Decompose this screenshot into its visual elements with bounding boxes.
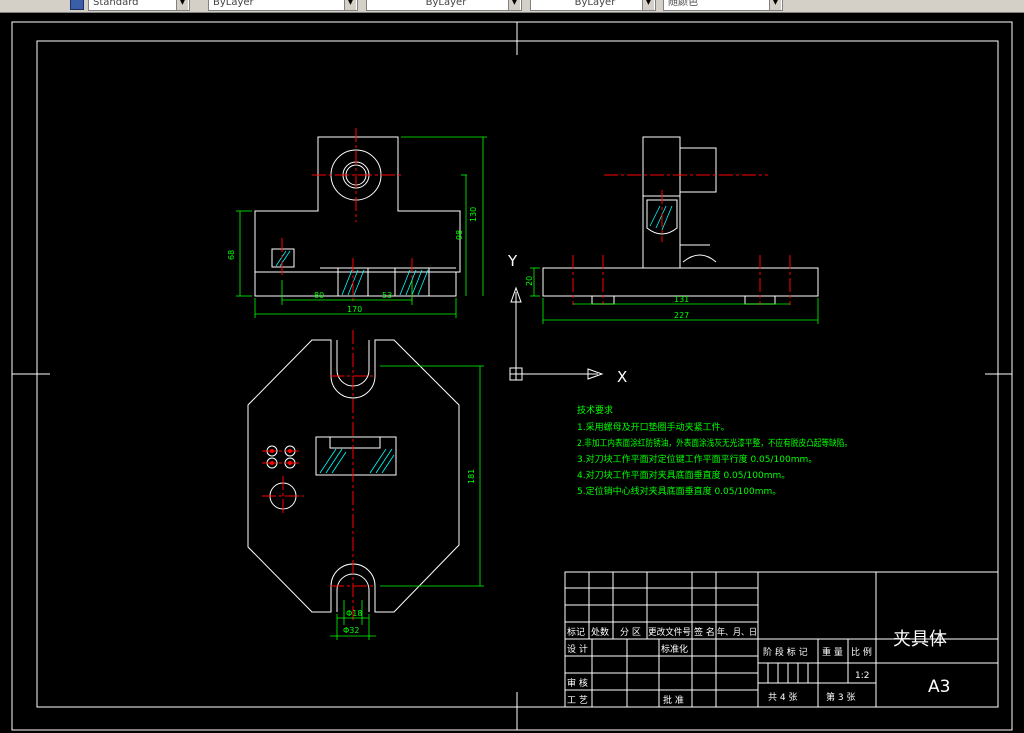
tb-sign: 签 名: [694, 626, 715, 638]
linetype-value: ByLayer: [425, 0, 467, 8]
layer-select[interactable]: ByLayer ▼: [208, 0, 358, 11]
tb-marker: 标记: [567, 626, 585, 638]
color-select[interactable]: 随颜色 ▼: [663, 0, 783, 11]
dim-20: 20: [525, 276, 534, 286]
text-style-icon[interactable]: [70, 0, 84, 10]
tb-count: 处数: [591, 626, 609, 638]
dim-227: 227: [674, 311, 689, 320]
tb-scale-value: 1:2: [855, 671, 869, 681]
tb-docno: 更改文件号: [648, 626, 691, 638]
dim-phi32: Φ32: [343, 626, 359, 635]
chevron-down-icon[interactable]: ▼: [769, 0, 781, 10]
front-centerlines: [281, 128, 413, 302]
top-view: 181 Φ18 Φ32: [247, 330, 484, 640]
color-value: 随颜色: [668, 0, 698, 8]
tb-approve: 批 准: [663, 694, 684, 706]
front-hatch: [275, 250, 429, 296]
dim-170: 170: [347, 305, 362, 314]
tb-date: 年、月、日: [717, 626, 757, 638]
note-line: 5.定位销中心线对夹具底面垂直度 0.05/100mm。: [577, 485, 781, 497]
note-line: 3.对刀块工作平面对定位键工作平面平行度 0.05/100mm。: [577, 453, 817, 465]
chevron-down-icon[interactable]: ▼: [642, 0, 654, 10]
ucs-icon: [509, 286, 604, 381]
dim-98: 98: [455, 230, 464, 240]
outer-border: [11, 21, 1013, 731]
ucs-y-label: Y: [507, 252, 518, 270]
chevron-down-icon[interactable]: ▼: [508, 0, 520, 10]
dim-131: 131: [674, 295, 689, 304]
dim-181: 181: [467, 469, 476, 484]
tb-sheets: 共 4 张: [768, 692, 797, 703]
chevron-down-icon[interactable]: ▼: [344, 0, 356, 10]
centering-marks: [12, 22, 1012, 730]
drawing-canvas[interactable]: 130 98 68 80 53 170 20 131 227 Y X 181 Φ…: [0, 12, 1024, 733]
tb-part-name: 夹具体: [893, 629, 947, 650]
note-line: 1.采用螺母及开口垫圈手动夹紧工件。: [577, 421, 730, 433]
text-style-select[interactable]: Standard ▼: [88, 0, 190, 11]
tb-stage: 阶 段 标 记: [763, 646, 808, 658]
lineweight-value: ByLayer: [574, 0, 616, 8]
dim-130: 130: [469, 207, 478, 222]
tb-standard: 标准化: [661, 643, 688, 655]
note-line: 4.对刀块工作平面对夹具底面垂直度 0.05/100mm。: [577, 469, 790, 481]
tb-design: 设 计: [567, 643, 588, 655]
text-style-value: Standard: [93, 0, 139, 8]
dim-phi18: Φ18: [346, 609, 362, 618]
note-line: 2.非加工内表面涂红防锈油，外表面涂浅灰无光漆平整，不应有脱皮凸起等缺陷。: [577, 437, 852, 449]
tb-process: 工 艺: [567, 695, 588, 706]
notes-title: 技术要求: [577, 404, 613, 416]
tb-scale-label: 比 例: [851, 646, 872, 658]
side-hatch: [649, 205, 673, 231]
side-view: 20 131 227: [525, 136, 819, 324]
layer-value: ByLayer: [213, 0, 254, 8]
linetype-select[interactable]: ByLayer ▼: [366, 0, 522, 11]
tb-sheet-no: 第 3 张: [826, 691, 855, 703]
technical-notes: 技术要求 1.采用螺母及开口垫圈手动夹紧工件。 2.非加工内表面涂红防锈油，外表…: [577, 404, 852, 497]
top-hole-markers: [270, 449, 292, 465]
dim-53: 53: [382, 291, 392, 300]
dim-80: 80: [314, 291, 324, 300]
lineweight-select[interactable]: ByLayer ▼: [530, 0, 656, 11]
title-block: 标记 处数 分 区 更改文件号 签 名 年、月、日 设 计 标准化 阶 段 标 …: [564, 571, 999, 708]
tb-zone: 分 区: [620, 627, 641, 638]
front-dimensions: [236, 136, 487, 318]
tb-check: 审 核: [567, 677, 588, 689]
tb-sheet-size: A3: [928, 677, 950, 697]
chevron-down-icon[interactable]: ▼: [176, 0, 188, 10]
top-hatch: [319, 448, 395, 474]
tb-weight: 重 量: [822, 646, 843, 658]
side-centerlines: [572, 174, 791, 305]
front-view: 130 98 68 80 53 170: [227, 128, 487, 318]
dim-68: 68: [227, 250, 236, 260]
ucs-x-label: X: [617, 368, 627, 386]
